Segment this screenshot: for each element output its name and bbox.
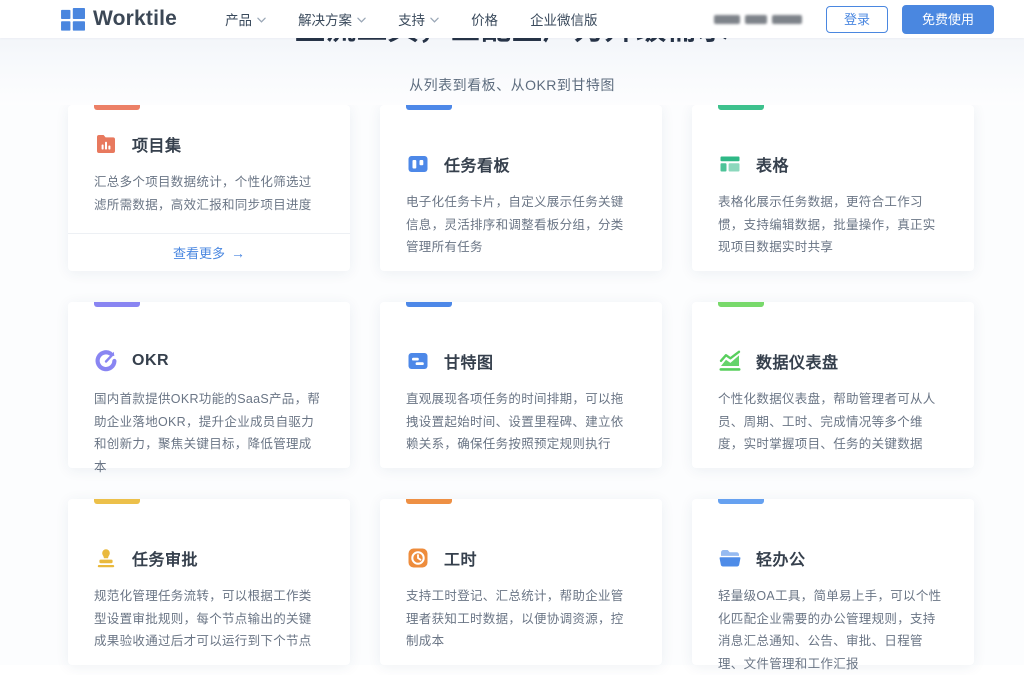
card-title: 甘特图 xyxy=(444,349,494,373)
card-description: 汇总多个项目数据统计，个性化筛选过滤所需数据，高效汇报和同步项目进度 xyxy=(94,171,324,216)
feature-card[interactable]: 项目集 汇总多个项目数据统计，个性化筛选过滤所需数据，高效汇报和同步项目进度 查… xyxy=(68,105,350,271)
free-signup-button[interactable]: 免费使用 xyxy=(902,5,994,34)
feature-card[interactable]: 轻办公 轻量级OA工具，简单易上手，可以个性化匹配企业需要的办公管理规则，支持消… xyxy=(692,499,974,665)
card-accent-bar xyxy=(718,499,764,504)
see-more-link[interactable]: 查看更多 → xyxy=(173,243,245,262)
approval-stamp-icon xyxy=(94,546,118,570)
card-description: 支持工时登记、汇总统计，帮助企业管理者获知工时数据，以便协调资源，控制成本 xyxy=(406,585,636,653)
feature-card[interactable]: 任务审批 规范化管理任务流转，可以根据工作类型设置审批规则，每个节点输出的关键成… xyxy=(68,499,350,665)
chevron-down-icon xyxy=(257,17,266,23)
table-grid-icon xyxy=(718,152,742,176)
card-title: 工时 xyxy=(444,546,477,570)
card-title: 数据仪表盘 xyxy=(756,349,839,373)
card-description: 国内首款提供OKR功能的SaaS产品，帮助企业落地OKR，提升企业成员自驱力和创… xyxy=(94,388,324,478)
feature-card[interactable]: 表格 表格化展示任务数据，更符合工作习惯，支持编辑数据，批量操作，真正实现项目数… xyxy=(692,105,974,271)
card-accent-bar xyxy=(406,499,452,504)
card-title: 项目集 xyxy=(132,132,182,156)
okr-target-icon xyxy=(94,349,118,373)
chevron-down-icon xyxy=(430,17,439,23)
card-description: 直观展现各项任务的时间排期，可以拖拽设置起始时间、设置里程碑、建立依赖关系，确保… xyxy=(406,388,636,456)
card-description: 个性化数据仪表盘，帮助管理者可从人员、周期、工时、完成情况等多个维度，实时掌握项… xyxy=(718,388,948,456)
login-button[interactable]: 登录 xyxy=(826,6,888,33)
card-accent-bar xyxy=(406,302,452,307)
feature-card[interactable]: 任务看板 电子化任务卡片，自定义展示任务关键信息，灵活排序和调整看板分组，分类管… xyxy=(380,105,662,271)
dashboard-chart-icon xyxy=(718,349,742,373)
brand-logo[interactable]: Worktile xyxy=(60,7,177,32)
clock-icon xyxy=(406,546,430,570)
features-grid: 项目集 汇总多个项目数据统计，个性化筛选过滤所需数据，高效汇报和同步项目进度 查… xyxy=(68,105,974,665)
card-accent-bar xyxy=(94,105,140,110)
feature-card[interactable]: 甘特图 直观展现各项任务的时间排期，可以拖拽设置起始时间、设置里程碑、建立依赖关… xyxy=(380,302,662,468)
main-nav: 产品 解决方案 支持 价格 企业微信版 xyxy=(225,9,598,29)
nav-right: 登录 免费使用 xyxy=(714,5,994,34)
card-description: 规范化管理任务流转，可以根据工作类型设置审批规则，每个节点输出的关键成果验收通过… xyxy=(94,585,324,653)
card-title: OKR xyxy=(132,352,169,370)
hero-subtitle: 从列表到看板、从OKR到甘特图 xyxy=(0,75,1024,95)
card-accent-bar xyxy=(94,302,140,307)
chevron-down-icon xyxy=(357,17,366,23)
card-accent-bar xyxy=(718,105,764,110)
card-title: 任务审批 xyxy=(132,546,198,570)
card-description: 表格化展示任务数据，更符合工作习惯，支持编辑数据，批量操作，真正实现项目数据实时… xyxy=(718,191,948,259)
feature-card[interactable]: 数据仪表盘 个性化数据仪表盘，帮助管理者可从人员、周期、工时、完成情况等多个维度… xyxy=(692,302,974,468)
card-description: 电子化任务卡片，自定义展示任务关键信息，灵活排序和调整看板分组，分类管理所有任务 xyxy=(406,191,636,259)
card-accent-bar xyxy=(406,105,452,110)
nav-item[interactable]: 企业微信版 xyxy=(530,9,598,29)
card-accent-bar xyxy=(718,302,764,307)
card-title: 表格 xyxy=(756,152,789,176)
navbar: Worktile 产品 解决方案 支持 价格 企业微信版 xyxy=(0,0,1024,38)
worktile-logo-icon xyxy=(60,7,85,32)
brand-name: Worktile xyxy=(93,7,177,31)
features-section: 项目集 汇总多个项目数据统计，个性化筛选过滤所需数据，高效汇报和同步项目进度 查… xyxy=(0,105,1024,665)
office-folder-icon xyxy=(718,546,742,570)
card-title: 任务看板 xyxy=(444,152,510,176)
card-footer: 查看更多 → xyxy=(68,233,350,271)
phone-number-redacted xyxy=(714,15,802,24)
nav-item[interactable]: 支持 xyxy=(398,9,439,29)
nav-item[interactable]: 产品 xyxy=(225,9,266,29)
card-description: 轻量级OA工具，简单易上手，可以个性化匹配企业需要的办公管理规则，支持消息汇总通… xyxy=(718,585,948,675)
arrow-right-icon: → xyxy=(231,245,245,261)
nav-item[interactable]: 价格 xyxy=(471,9,498,29)
nav-item[interactable]: 解决方案 xyxy=(298,9,366,29)
gantt-chart-icon xyxy=(406,349,430,373)
kanban-board-icon xyxy=(406,152,430,176)
feature-card[interactable]: OKR 国内首款提供OKR功能的SaaS产品，帮助企业落地OKR，提升企业成员自… xyxy=(68,302,350,468)
card-title: 轻办公 xyxy=(756,546,806,570)
card-accent-bar xyxy=(94,499,140,504)
feature-card[interactable]: 工时 支持工时登记、汇总统计，帮助企业管理者获知工时数据，以便协调资源，控制成本 xyxy=(380,499,662,665)
portfolio-folder-icon xyxy=(94,132,118,156)
